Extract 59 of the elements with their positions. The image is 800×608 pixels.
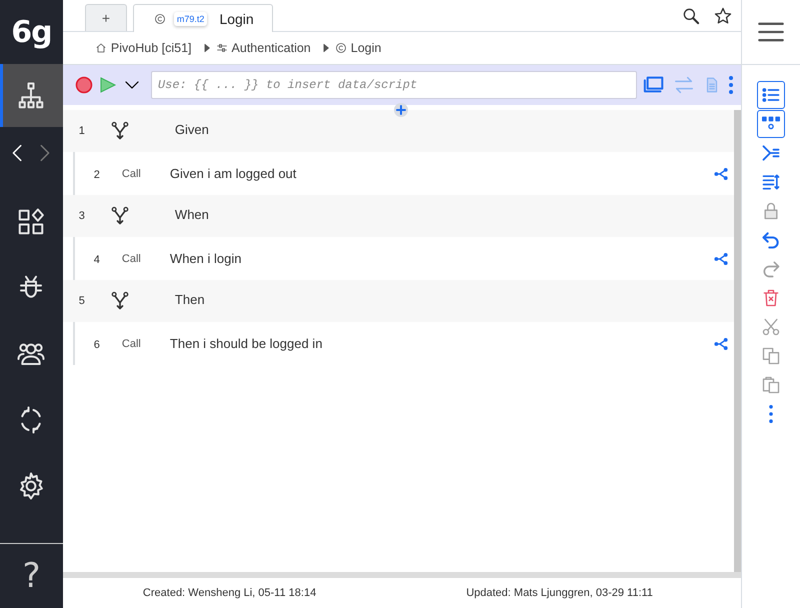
list-icon (761, 85, 782, 105)
created-info: Created: Wensheng Li, 05-11 18:14 (142, 587, 316, 599)
step-row[interactable]: 3 When (62, 195, 734, 237)
scrollbar[interactable] (734, 110, 742, 572)
share-icon[interactable] (714, 336, 728, 350)
fork-icon (110, 206, 130, 226)
step-title: When (174, 206, 209, 222)
tab[interactable]: + (84, 4, 127, 31)
line-number: 4 (92, 254, 100, 266)
tab[interactable]: m79.t2 Login (132, 4, 273, 32)
branch-icon (761, 143, 782, 163)
more-icon (769, 405, 774, 423)
star-icon[interactable] (713, 6, 734, 26)
line-number: 3 (78, 210, 85, 222)
undo-icon (761, 230, 782, 250)
copy-icon (761, 346, 782, 366)
updated-info: Updated: Mats Ljunggren, 03-29 11:11 (466, 587, 653, 599)
share-icon[interactable] (714, 252, 728, 266)
tab-label[interactable]: Login (219, 10, 254, 26)
share-icon[interactable] (714, 166, 728, 180)
tree-button[interactable] (757, 110, 786, 138)
caret-icon (202, 41, 212, 55)
list-button[interactable] (757, 81, 786, 109)
home-icon (94, 42, 107, 54)
step-row[interactable]: 1 Given (62, 110, 734, 152)
search-icon[interactable] (681, 6, 702, 26)
redo-icon (761, 259, 782, 279)
step-text: Then i should be logged in (170, 336, 324, 351)
copyright-icon (334, 42, 347, 54)
apps-icon[interactable] (16, 207, 46, 237)
scissors-icon (761, 317, 782, 337)
settings-sliders-icon (216, 42, 228, 54)
line-number: 5 (78, 295, 85, 307)
step-text: When i login (170, 251, 242, 266)
step-type: Call (120, 338, 142, 350)
breadcrumb-link[interactable]: Login (350, 41, 382, 55)
caret-icon (320, 41, 331, 55)
step-title: Given (174, 122, 209, 136)
breadcrumb-link[interactable]: PivoHub [ci51] (110, 41, 192, 55)
paste-icon (761, 375, 782, 395)
fork-icon (110, 121, 130, 141)
step-row[interactable]: 5 Then (62, 280, 734, 322)
sort-lines-icon (761, 172, 782, 192)
copyright-icon (154, 12, 166, 24)
version-tag: m79.t2 (174, 12, 208, 26)
sitemap-icon[interactable] (16, 80, 46, 110)
expression-field[interactable]: Use: {{ ... }} to insert data/script (150, 71, 638, 99)
step-title: Then (174, 292, 205, 306)
line-number: 1 (78, 125, 85, 137)
step-type: Call (120, 252, 142, 264)
more-icon[interactable] (729, 76, 734, 94)
line-number: 2 (92, 168, 100, 180)
step-text: Given i am logged out (170, 166, 298, 181)
fork-icon (110, 291, 130, 311)
line-number: 6 (92, 338, 100, 350)
breadcrumb-link[interactable]: Authentication (232, 41, 311, 55)
record-icon[interactable] (74, 76, 93, 94)
step-type: Call (120, 168, 142, 180)
logo: 6g (10, 14, 53, 52)
